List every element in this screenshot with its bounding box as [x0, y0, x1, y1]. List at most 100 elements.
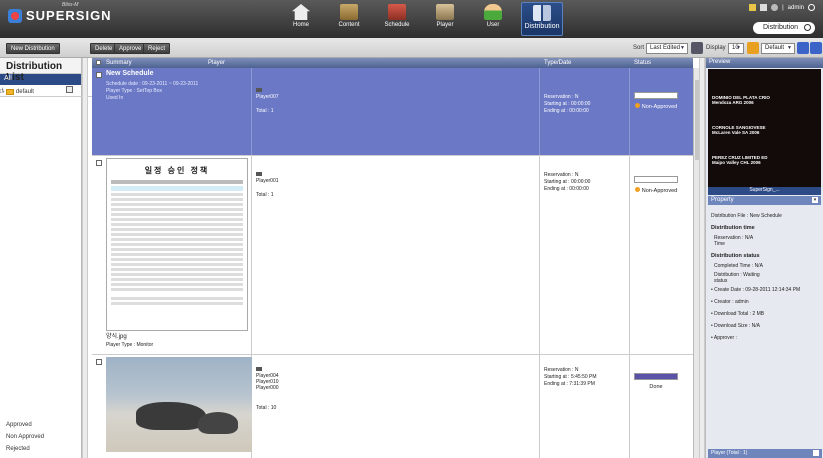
row-checkbox[interactable] — [96, 72, 102, 78]
nav-player[interactable]: Player — [425, 2, 465, 36]
document-line — [111, 213, 243, 216]
row-checkbox[interactable] — [96, 359, 102, 365]
table-row[interactable]: Player004 Player010 Player000 Total : 10… — [92, 355, 693, 458]
toolbar: New Distribution Delete Approve Reject S… — [0, 38, 823, 58]
distribution-table: Summary Player Type/Date Status New Sche… — [92, 58, 693, 458]
col-typedate[interactable]: Type/Date — [544, 60, 571, 66]
schedule-date: Schedule date : 09-23-2011 ~ 09-23-2011 — [106, 81, 199, 87]
section-distribution-status: Distribution status — [711, 253, 760, 259]
document-icon[interactable] — [760, 4, 768, 11]
nav-user[interactable]: User — [473, 2, 513, 36]
admin-user[interactable]: admin — [788, 5, 804, 11]
reservation-text: Reservation : N — [544, 94, 579, 100]
content-icon — [340, 4, 358, 20]
status-cell: Done — [630, 355, 682, 458]
schedule-used-in: Used In — [106, 95, 124, 101]
top-bar: SUPERSIGN Bliss-M Home Content Schedule … — [0, 0, 823, 38]
reservation-text: Reservation : N — [544, 367, 579, 373]
summary-cell — [92, 355, 252, 458]
ending-text: Ending at : 00:00:00 — [544, 108, 589, 114]
nav-distribution[interactable]: Distribution — [521, 2, 563, 36]
user-icon — [484, 4, 502, 20]
theme-select[interactable]: Default — [761, 43, 795, 54]
col-summary[interactable]: Summary — [106, 60, 132, 66]
property-header: Property ▾ — [708, 196, 821, 205]
top-right-tools: | admin — [749, 4, 815, 11]
theme-icon[interactable] — [747, 42, 759, 54]
document-line — [111, 203, 243, 206]
ending-text: Ending at : 7:31:39 PM — [544, 381, 595, 387]
nav-content[interactable]: Content — [329, 2, 369, 36]
preview-panel: Preview DOMINIO DEL PLATA CRIO Mendoza A… — [705, 58, 823, 458]
player-item: Player004 — [256, 367, 535, 379]
search-value: Distribution — [763, 24, 799, 31]
sort-order-icon[interactable] — [691, 42, 703, 54]
wrench-icon[interactable] — [749, 4, 757, 11]
player-total: Total : 1 — [256, 192, 274, 198]
add-folder-icon[interactable] — [66, 86, 73, 93]
sort-select[interactable]: Last Edited — [646, 43, 688, 54]
document-line — [111, 288, 243, 291]
filter-non-approved[interactable]: Non Approved — [6, 434, 44, 446]
filter-rejected[interactable]: Rejected — [6, 446, 44, 458]
starting-text: Starting at : 5:45:50 PM — [544, 374, 597, 380]
summary-cell: 일정 승인 정책 양식.jpg Player Type : Monitor — [92, 156, 252, 354]
player-item: Player001 — [256, 172, 535, 184]
reject-button[interactable]: Reject — [143, 43, 171, 54]
typedate-cell: Reservation : N Starting at : 00:00:00 E… — [540, 68, 630, 155]
grid-view-icon[interactable] — [810, 42, 822, 54]
gear-icon[interactable] — [771, 4, 779, 11]
display-select[interactable]: 10 — [728, 43, 744, 54]
row-checkbox[interactable] — [96, 160, 102, 166]
document-line — [111, 223, 243, 226]
content-thumbnail[interactable]: 일정 승인 정책 — [106, 158, 248, 331]
col-player[interactable]: Player — [208, 60, 225, 66]
section-distribution-time: Distribution time — [711, 225, 755, 231]
table-row[interactable]: New Schedule Schedule date : 09-23-2011 … — [92, 68, 693, 156]
schedule-player-type: Player Type : SetTop Box — [106, 88, 163, 94]
document-line — [111, 273, 243, 276]
reservation-time-label: Time — [714, 241, 725, 247]
main-nav: Home Content Schedule Player User Distri… — [277, 2, 567, 36]
home-icon — [292, 4, 310, 20]
status-progress — [634, 373, 678, 380]
preview-caption: SuperSign_... — [708, 187, 821, 195]
document-line — [111, 238, 243, 241]
table-row[interactable]: 일정 승인 정책 양식.jpg Player Type : Monitor Pl… — [92, 156, 693, 355]
search-icon[interactable] — [804, 24, 811, 31]
preview-image[interactable]: DOMINIO DEL PLATA CRIO Mendoza ARG 2006 … — [708, 69, 821, 187]
col-status[interactable]: Status — [634, 60, 651, 66]
collapse-icon[interactable]: ▾ — [812, 197, 818, 203]
nav-schedule[interactable]: Schedule — [377, 2, 417, 36]
new-distribution-button[interactable]: New Distribution — [6, 43, 60, 54]
schedule-icon — [388, 4, 406, 20]
slide-line: Maipo Valley CHL 2006 — [712, 160, 761, 165]
search-input[interactable]: Distribution — [753, 22, 815, 34]
select-all-checkbox[interactable] — [96, 60, 101, 65]
display-label: Display — [706, 45, 726, 51]
collapse-icon[interactable] — [813, 450, 819, 456]
player-total: Total : 1 — [256, 108, 274, 114]
left-splitter[interactable] — [82, 58, 88, 458]
approve-button[interactable]: Approve — [114, 43, 147, 54]
player-item: Player007 — [256, 88, 535, 100]
player-total-footer[interactable]: Player (Total : 1) — [708, 449, 822, 458]
schedule-title: New Schedule — [106, 70, 154, 77]
distribution-file: Distribution File : New Schedule — [711, 213, 782, 219]
table-header: Summary Player Type/Date Status — [92, 58, 693, 68]
document-line — [111, 186, 243, 191]
distribution-icon — [533, 5, 551, 21]
content-thumbnail[interactable] — [106, 357, 252, 452]
logout-icon[interactable] — [808, 4, 815, 11]
document-line — [111, 283, 243, 286]
content-player-type: Player Type : Monitor — [106, 342, 154, 348]
nav-home[interactable]: Home — [281, 2, 321, 36]
brand-name: SUPERSIGN — [26, 8, 112, 23]
list-view-icon[interactable] — [797, 42, 809, 54]
approver: • Approver : — [711, 335, 737, 341]
player-cell: Player001 Total : 1 — [252, 156, 540, 354]
filter-approved[interactable]: Approved — [6, 422, 44, 434]
footer-label: Player (Total : 1) — [711, 450, 748, 456]
document-line — [111, 233, 243, 236]
player-name: Player000 — [256, 385, 279, 391]
